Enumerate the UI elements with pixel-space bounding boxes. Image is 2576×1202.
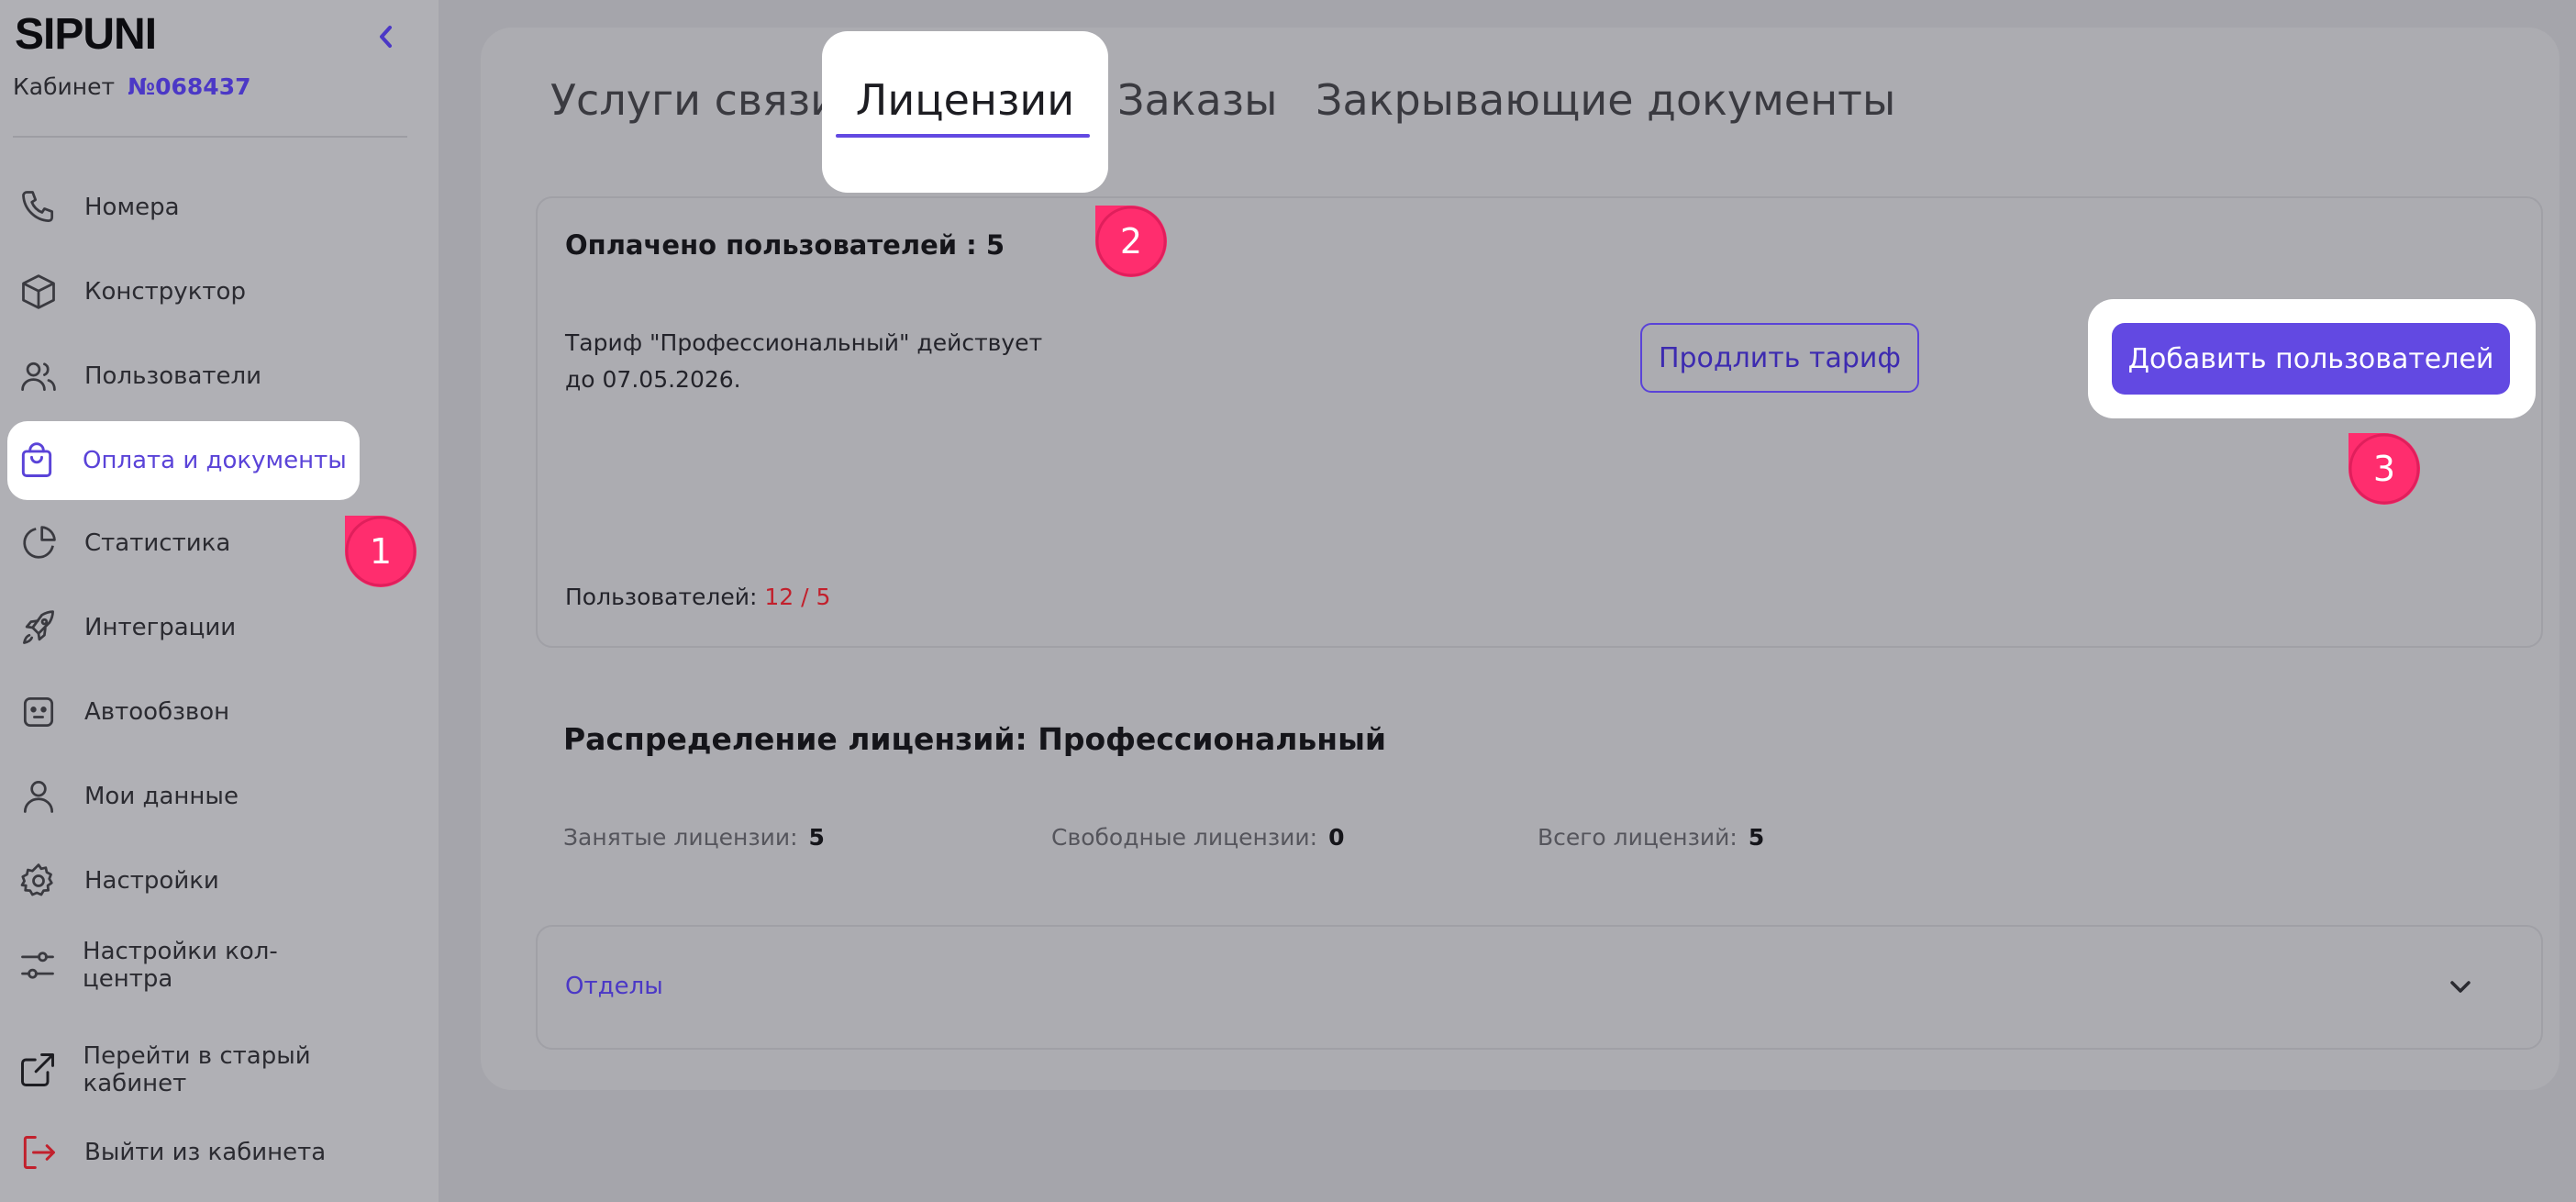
sidebar-item-label: Перейти в старый кабинет <box>83 1042 311 1097</box>
tariff-expiry-line: до 07.05.2026. <box>565 366 741 393</box>
total-licenses-value: 5 <box>1748 824 1765 851</box>
departments-accordion[interactable] <box>536 925 2543 1050</box>
extend-tariff-button[interactable]: Продлить тариф <box>1640 323 1919 393</box>
cabinet-number[interactable]: №068437 <box>128 73 250 100</box>
chevron-down-icon[interactable] <box>2444 971 2477 1004</box>
shopping-bag-icon <box>21 442 52 477</box>
sidebar-item-payments-documents[interactable]: Оплата и документы <box>7 421 360 500</box>
departments-label[interactable]: Отделы <box>565 973 663 1000</box>
tab-orders[interactable]: Заказы <box>1117 75 1277 125</box>
sidebar-item-statistics[interactable]: Статистика <box>9 506 358 580</box>
sidebar-item-my-data[interactable]: Мои данные <box>9 760 358 833</box>
chevron-left-icon <box>380 26 392 48</box>
sidebar-item-label: Номера <box>84 194 180 221</box>
cabinet-label: Кабинет <box>13 73 116 100</box>
total-licenses-label: Всего лицензий: <box>1538 824 1738 851</box>
sidebar-item-label: Интеграции <box>84 614 237 641</box>
sidebar-item-numbers[interactable]: Номера <box>9 171 358 244</box>
total-licenses: Всего лицензий: 5 <box>1538 824 1764 851</box>
sidebar-item-callcenter-settings[interactable]: Настройки кол-центра <box>9 929 358 1002</box>
sidebar-item-label: Мои данные <box>84 783 239 810</box>
sidebar-item-integrations[interactable]: Интеграции <box>9 591 358 664</box>
users-count: Пользователей: 12 / 5 <box>565 584 830 610</box>
sidebar-item-logout[interactable]: Выйти из кабинета <box>9 1116 358 1189</box>
license-distribution-title: Распределение лицензий: Профессиональный <box>563 721 1387 757</box>
sidebar-item-users[interactable]: Пользователи <box>9 339 358 413</box>
users-count-value: 12 / 5 <box>764 584 831 610</box>
callout-badge-2: 2 <box>1095 206 1167 277</box>
external-link-icon <box>21 1053 55 1086</box>
active-tab-indicator <box>836 134 1090 138</box>
robot-icon <box>23 696 54 728</box>
sidebar-item-label: Конструктор <box>84 278 246 306</box>
sidebar-item-label: Статистика <box>84 529 231 557</box>
sidebar-item-label: Настройки кол-центра <box>83 938 278 993</box>
tariff-info: Тариф "Профессиональный" действует до 07… <box>565 325 1042 398</box>
callout-number: 3 <box>2372 449 2396 489</box>
sidebar-item-constructor[interactable]: Конструктор <box>9 255 358 328</box>
sidebar: SIPUNI Кабинет №068437 Номера Конструктор… <box>0 0 439 1202</box>
tab-closing-documents[interactable]: Закрывающие документы <box>1316 75 1895 125</box>
pie-chart-icon <box>23 526 56 559</box>
sidebar-item-label: Оплата и документы <box>83 447 347 474</box>
sidebar-item-autodialer[interactable]: Автообзвон <box>9 675 358 749</box>
sidebar-item-label: Настройки <box>84 867 219 895</box>
tab-licenses[interactable]: Лицензии <box>822 75 1108 125</box>
cube-icon <box>22 274 55 309</box>
add-users-button[interactable]: Добавить пользователей <box>2112 323 2510 395</box>
user-icon <box>23 781 54 813</box>
free-licenses-value: 0 <box>1328 824 1345 851</box>
occupied-licenses-label: Занятые лицензии: <box>563 824 798 851</box>
phone-icon <box>22 191 54 223</box>
license-card <box>536 196 2543 648</box>
occupied-licenses-value: 5 <box>808 824 825 851</box>
gear-icon <box>20 863 53 896</box>
users-count-label: Пользователей: <box>565 584 758 610</box>
collapse-sidebar-button[interactable] <box>374 18 398 55</box>
callout-number: 2 <box>1119 221 1143 262</box>
rocket-icon <box>23 610 54 644</box>
callout-badge-3: 3 <box>2348 433 2420 505</box>
users-icon <box>21 362 56 392</box>
sidebar-item-label: Автообзвон <box>84 698 230 726</box>
sidebar-item-settings[interactable]: Настройки <box>9 844 358 918</box>
occupied-licenses: Занятые лицензии: 5 <box>563 824 825 851</box>
free-licenses: Свободные лицензии: 0 <box>1051 824 1344 851</box>
paid-users-label: Оплачено пользователей : 5 <box>565 229 1005 261</box>
sidebar-item-label: Пользователи <box>84 362 262 390</box>
sidebar-item-label: Выйти из кабинета <box>84 1139 327 1166</box>
callout-number: 1 <box>369 531 393 572</box>
free-licenses-label: Свободные лицензии: <box>1051 824 1318 851</box>
sliders-icon <box>21 952 54 979</box>
logout-icon <box>23 1136 55 1169</box>
cabinet-info: Кабинет №068437 <box>13 73 250 100</box>
sidebar-divider <box>13 136 407 138</box>
sidebar-item-old-cabinet[interactable]: Перейти в старый кабинет <box>9 1033 413 1107</box>
callout-badge-1: 1 <box>345 516 416 587</box>
tariff-line: Тариф "Профессиональный" действует <box>565 329 1043 356</box>
tab-communication-services[interactable]: Услуги связи <box>550 75 838 125</box>
logo[interactable]: SIPUNI <box>15 9 157 60</box>
